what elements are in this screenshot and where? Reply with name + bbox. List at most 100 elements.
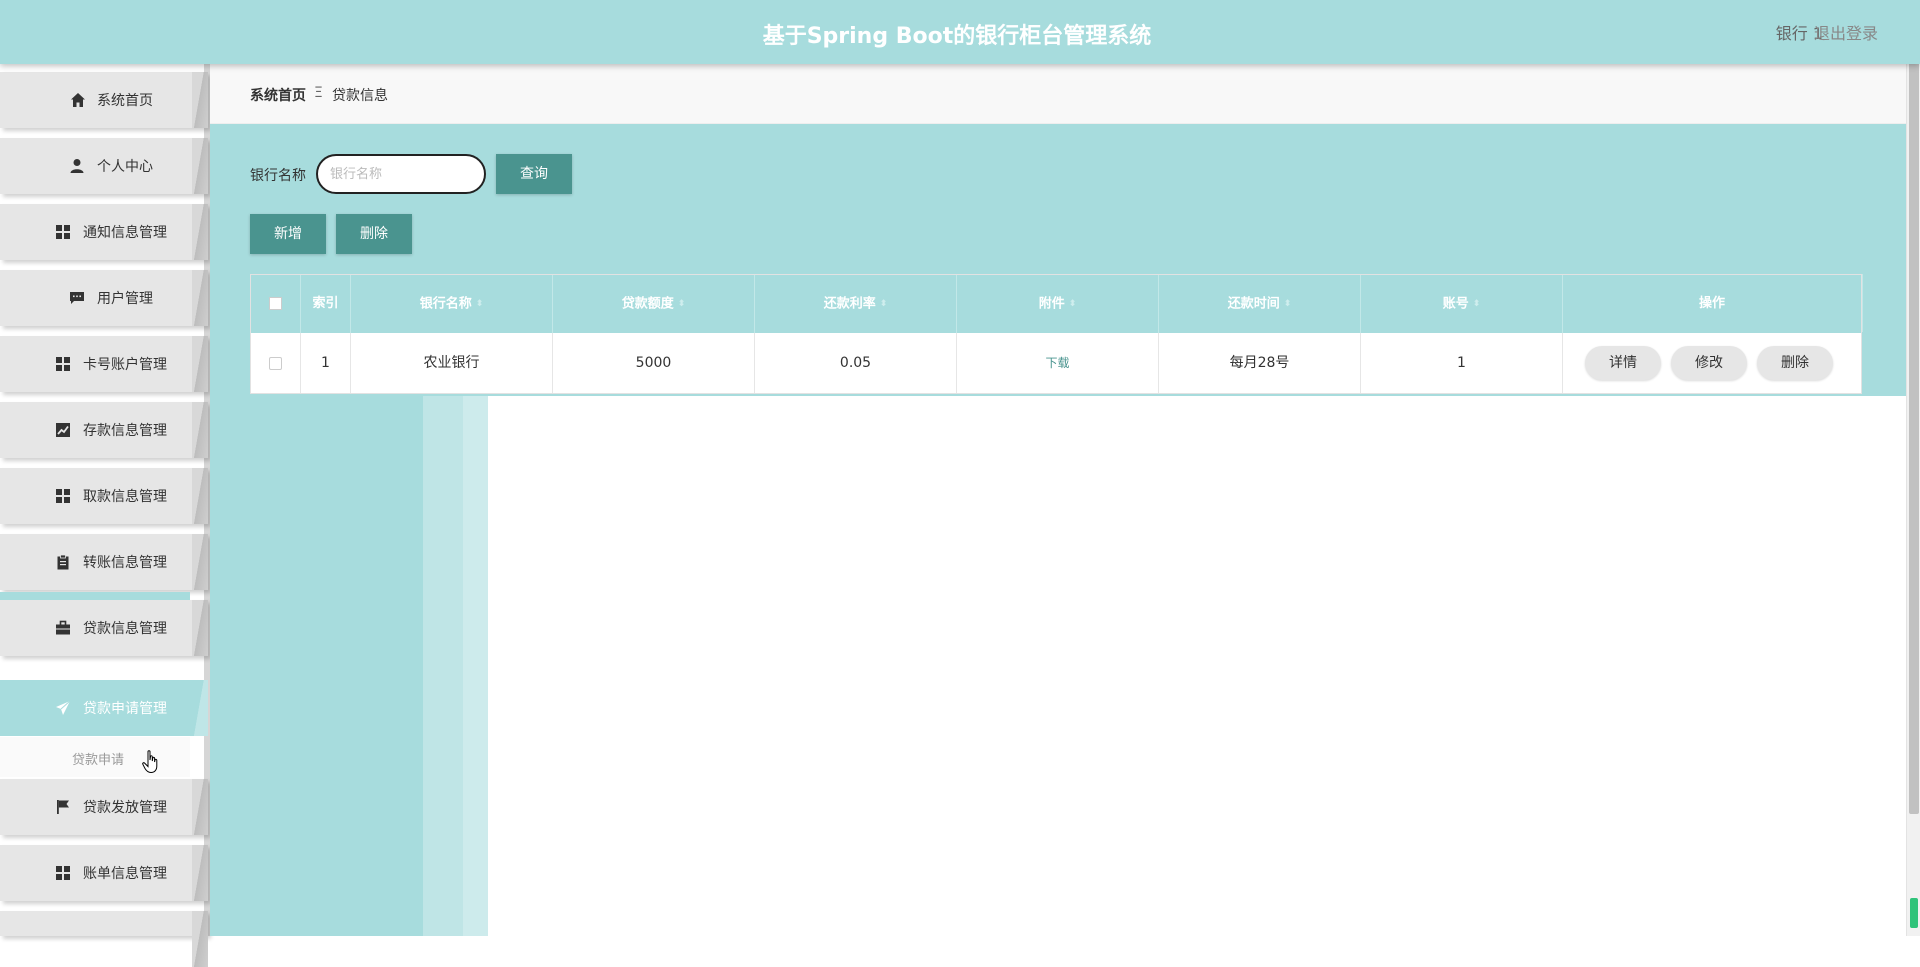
- row-checkbox[interactable]: [269, 356, 282, 370]
- decor-stripe: [423, 396, 463, 936]
- loan-table: 索引 银行名称 ⬍ 贷款额度 ⬍ 还款利率 ⬍ 附件 ⬍ 还款时间 ⬍ 账号 ⬍ 操作 1 …: [250, 274, 1862, 394]
- top-header: 基于Spring Boot的银行柜台管理系统 银行 1 退出登录: [0, 0, 1920, 64]
- logout-link[interactable]: 退出登录: [1814, 20, 1878, 44]
- grid-icon: [56, 357, 70, 371]
- column-header[interactable]: 还款时间 ⬍: [1159, 275, 1361, 333]
- sidebar-item-users[interactable]: 用户管理: [0, 270, 208, 326]
- user-icon: [70, 159, 84, 173]
- app-title: 基于Spring Boot的银行柜台管理系统: [762, 24, 1152, 49]
- sidebar-item-loan-disbursement[interactable]: 贷款发放管理: [0, 779, 208, 835]
- sort-icon[interactable]: ⬍: [678, 275, 686, 333]
- decor-stripe: [463, 396, 488, 936]
- column-header-label: 索引: [312, 296, 339, 311]
- column-header[interactable]: 还款利率 ⬍: [755, 275, 957, 333]
- sidebar-item-bill[interactable]: 账单信息管理: [0, 845, 208, 901]
- sidebar-item-label: 取款信息管理: [83, 489, 167, 505]
- cell-repay-time: 每月28号: [1159, 333, 1361, 393]
- breadcrumb-home[interactable]: 系统首页: [250, 85, 306, 105]
- column-header-label: 还款利率: [823, 296, 876, 312]
- cell-loan-amount: 5000: [553, 333, 755, 393]
- row-delete-button[interactable]: 删除: [1757, 346, 1833, 380]
- column-header[interactable]: 账号 ⬍: [1361, 275, 1563, 333]
- grid-icon: [56, 225, 70, 239]
- sort-icon[interactable]: ⬍: [880, 275, 888, 333]
- cell-index: 1: [301, 333, 351, 393]
- select-all-cell: [251, 275, 301, 333]
- table-header: 索引 银行名称 ⬍ 贷款额度 ⬍ 还款利率 ⬍ 附件 ⬍ 还款时间 ⬍ 账号 ⬍ 操作: [251, 275, 1861, 333]
- search-input[interactable]: [316, 154, 486, 194]
- select-all-checkbox[interactable]: [269, 297, 282, 310]
- briefcase-icon: [56, 620, 70, 635]
- column-header[interactable]: 附件 ⬍: [957, 275, 1159, 333]
- sidebar-item-label: 账单信息管理: [83, 866, 167, 882]
- grid-icon: [56, 866, 70, 880]
- download-link[interactable]: 下载: [1045, 356, 1069, 370]
- sidebar-item-profile[interactable]: 个人中心: [0, 138, 208, 194]
- sidebar-item-home[interactable]: 系统首页: [0, 72, 208, 128]
- vertical-scrollbar[interactable]: [1906, 0, 1920, 936]
- column-header-label: 附件: [1038, 296, 1065, 312]
- decor-stripe: [210, 396, 423, 936]
- grid-icon: [56, 489, 70, 503]
- sidebar-item-label: 系统首页: [97, 93, 153, 109]
- sort-icon[interactable]: ⬍: [1069, 275, 1077, 333]
- cell-interest-rate: 0.05: [755, 333, 957, 393]
- column-header: 索引: [301, 275, 351, 333]
- submenu-item-label: 贷款申请: [72, 753, 125, 768]
- send-icon: [56, 700, 71, 715]
- column-header-label: 操作: [1698, 296, 1725, 311]
- table-row: 1 农业银行 5000 0.05 下载 每月28号 1 详情 修改 删除: [251, 333, 1861, 393]
- sort-icon[interactable]: ⬍: [1473, 275, 1481, 333]
- content-area: [488, 396, 1906, 936]
- sidebar-item-label: 转账信息管理: [83, 555, 167, 571]
- active-indicator: [0, 592, 190, 600]
- sort-icon[interactable]: ⬍: [1284, 275, 1292, 333]
- table-header-extension: [1862, 274, 1906, 332]
- cell-operations: 详情 修改 删除: [1563, 333, 1861, 393]
- delete-button[interactable]: 删除: [336, 214, 412, 254]
- cell-bank-name: 农业银行: [351, 333, 553, 393]
- submenu-item-loan-application[interactable]: 贷款申请: [0, 737, 190, 777]
- flag-icon: [57, 800, 69, 814]
- breadcrumb: 系统首页 Ξ 贷款信息: [210, 64, 1906, 124]
- sidebar-item-label: 贷款信息管理: [83, 621, 167, 637]
- home-icon: [71, 93, 85, 107]
- sidebar-item-label: 存款信息管理: [83, 423, 167, 439]
- add-button[interactable]: 新增: [250, 214, 326, 254]
- sort-icon[interactable]: ⬍: [476, 275, 484, 333]
- column-header[interactable]: 银行名称 ⬍: [351, 275, 553, 333]
- sidebar-item-loan-application[interactable]: 贷款申请管理: [0, 680, 208, 736]
- sidebar-item-label: 卡号账户管理: [83, 357, 167, 373]
- row-select-cell: [251, 333, 301, 393]
- column-header: 操作: [1563, 275, 1861, 333]
- hand-cursor-icon: [142, 750, 158, 774]
- detail-button[interactable]: 详情: [1585, 346, 1661, 380]
- column-header[interactable]: 贷款额度 ⬍: [553, 275, 755, 333]
- sidebar-item-more[interactable]: [0, 911, 208, 967]
- sidebar-item-label: 贷款申请管理: [83, 701, 167, 717]
- column-header-label: 贷款额度: [621, 296, 674, 312]
- cell-attachment: 下载: [957, 333, 1159, 393]
- sidebar-item-label: 个人中心: [97, 159, 153, 175]
- sidebar-item-label: 用户管理: [97, 291, 153, 307]
- query-button[interactable]: 查询: [496, 154, 572, 194]
- clipboard-icon: [57, 554, 69, 570]
- breadcrumb-separator: Ξ: [314, 85, 323, 101]
- sidebar-item-transfer[interactable]: 转账信息管理: [0, 534, 208, 590]
- column-header-label: 还款时间: [1227, 296, 1280, 312]
- sidebar-item-withdraw[interactable]: 取款信息管理: [0, 468, 208, 524]
- breadcrumb-current: 贷款信息: [332, 88, 388, 104]
- sidebar-item-notice[interactable]: 通知信息管理: [0, 204, 208, 260]
- cell-account: 1: [1361, 333, 1563, 393]
- scrollbar-thumb[interactable]: [1909, 8, 1919, 814]
- sidebar-item-deposit[interactable]: 存款信息管理: [0, 402, 208, 458]
- column-header-label: 账号: [1442, 296, 1469, 312]
- sidebar-item-label: 贷款发放管理: [83, 800, 167, 816]
- sidebar-item-loan-info[interactable]: 贷款信息管理: [0, 600, 208, 656]
- sidebar-item-card-account[interactable]: 卡号账户管理: [0, 336, 208, 392]
- edit-button[interactable]: 修改: [1671, 346, 1747, 380]
- scroll-indicator: [1910, 898, 1918, 928]
- column-header-label: 银行名称: [419, 296, 472, 312]
- search-label: 银行名称: [250, 168, 306, 184]
- chart-icon: [56, 423, 70, 437]
